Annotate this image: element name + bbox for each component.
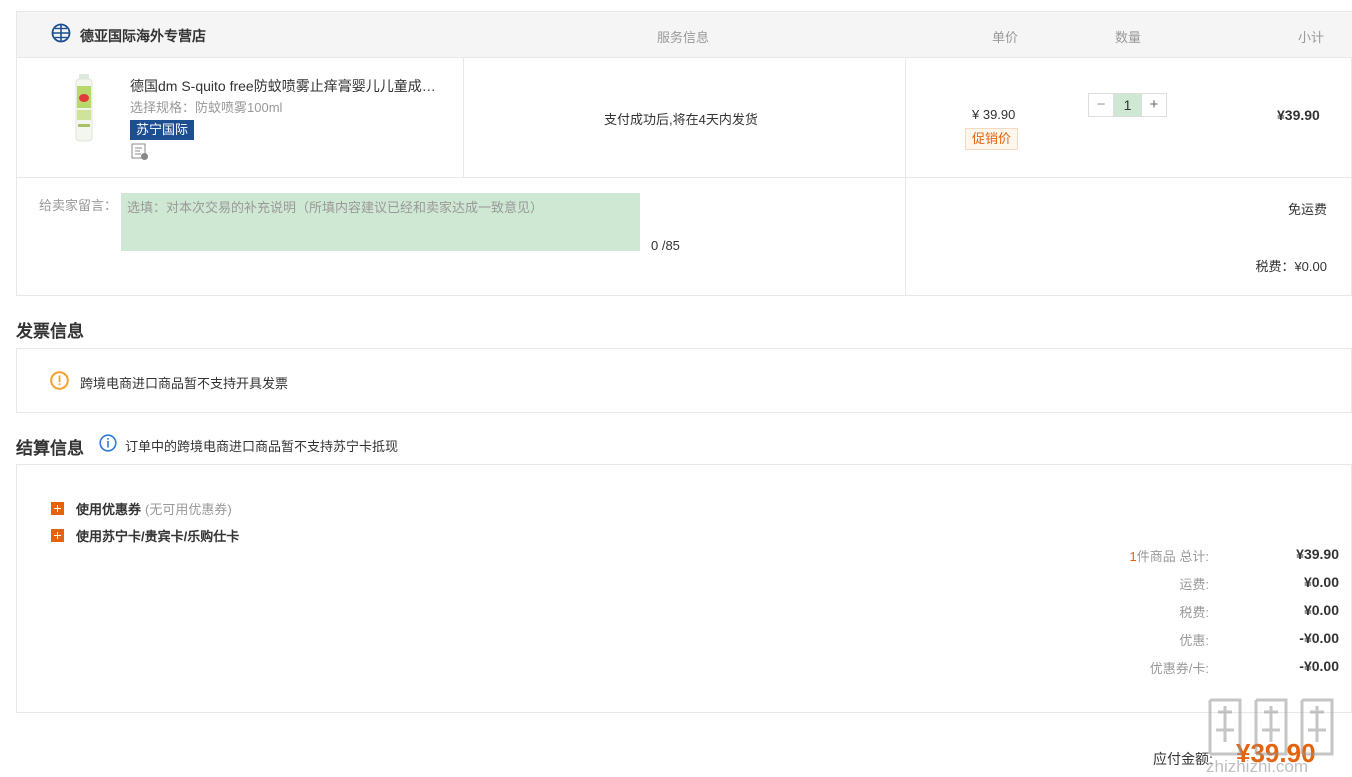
warning-icon xyxy=(50,371,69,390)
column-divider xyxy=(905,178,906,296)
item-subtotal: ¥39.90 xyxy=(1277,107,1320,123)
summary-discount-row: 优惠: -¥0.00 xyxy=(1057,630,1339,650)
unit-price: ¥ 39.90 xyxy=(972,107,1016,122)
summary-shipping-row: 运费: ¥0.00 xyxy=(1057,574,1339,594)
use-card-toggle[interactable]: 使用苏宁卡/贵宾卡/乐购仕卡 xyxy=(51,526,239,545)
summary-total-label: 1件商品 总计: xyxy=(1130,546,1209,565)
summary-tax-value: ¥0.00 xyxy=(1303,602,1339,618)
summary-coupon-card-label: 优惠券/卡: xyxy=(1149,661,1209,676)
invoice-box: 跨境电商进口商品暂不支持开具发票 xyxy=(16,348,1352,413)
use-coupon-label: 使用优惠券 xyxy=(76,502,142,517)
column-header-unit-price: 单价 xyxy=(992,30,1019,45)
expand-plus-icon xyxy=(51,529,64,542)
product-thumbnail[interactable] xyxy=(69,74,99,142)
suning-international-badge: 苏宁国际 xyxy=(130,120,195,140)
info-icon xyxy=(99,434,117,452)
tax-included-icon xyxy=(131,143,148,160)
summary-coupon-card-row: 优惠券/卡: -¥0.00 xyxy=(1057,658,1339,678)
seller-message-input[interactable] xyxy=(121,193,640,251)
invoice-section-title: 发票信息 xyxy=(16,322,84,341)
message-char-counter: 0 /85 xyxy=(651,238,680,253)
summary-shipping-value: ¥0.00 xyxy=(1303,574,1339,590)
no-coupon-note: (无可用优惠券) xyxy=(145,502,232,517)
summary-coupon-card-value: -¥0.00 xyxy=(1299,658,1339,674)
goods-info-cell: 德国dm S-quito free防蚊喷雾止痒膏婴儿儿童成人驱蚊液 选择规格：防… xyxy=(17,58,464,177)
use-card-label: 使用苏宁卡/贵宾卡/乐购仕卡 xyxy=(76,529,240,544)
item-count: 1 xyxy=(1129,549,1137,564)
quantity-decrease-button[interactable]: − xyxy=(1089,94,1113,116)
column-divider xyxy=(905,58,906,177)
tax-fee-text: 税费：¥0.00 xyxy=(1255,259,1327,274)
settlement-box: 使用优惠券 (无可用优惠券) 使用苏宁卡/贵宾卡/乐购仕卡 1件商品 总计: ¥… xyxy=(16,464,1352,713)
summary-total-row: 1件商品 总计: ¥39.90 xyxy=(1057,546,1339,566)
order-header: 德亚国际海外专营店 服务信息 单价 数量 小计 xyxy=(17,12,1352,58)
promo-price-badge: 促销价 xyxy=(965,128,1019,150)
product-spec: 选择规格：防蚊喷雾100ml xyxy=(130,100,283,115)
globe-store-icon xyxy=(51,23,71,43)
store-name-link[interactable]: 德亚国际海外专营店 xyxy=(80,26,206,46)
summary-tax-label: 税费: xyxy=(1179,605,1209,620)
seller-message-row: 给卖家留言： 0 /85 免运费 税费：¥0.00 xyxy=(17,178,1352,296)
seller-message-label: 给卖家留言： xyxy=(39,198,118,213)
settlement-section-title: 结算信息 xyxy=(16,439,84,458)
use-coupon-toggle[interactable]: 使用优惠券 (无可用优惠券) xyxy=(51,499,232,518)
settlement-note: 订单中的跨境电商进口商品暂不支持苏宁卡抵现 xyxy=(125,439,399,454)
payable-amount-label: 应付金额: xyxy=(1153,751,1213,767)
goods-row: 德国dm S-quito free防蚊喷雾止痒膏婴儿儿童成人驱蚊液 选择规格：防… xyxy=(17,58,1352,178)
column-header-quantity: 数量 xyxy=(1115,30,1142,45)
total-label-text: 件商品 总计: xyxy=(1136,549,1209,564)
invoice-notice: 跨境电商进口商品暂不支持开具发票 xyxy=(80,376,289,391)
payable-amount-value: ¥39.90 xyxy=(1236,738,1316,768)
summary-tax-row: 税费: ¥0.00 xyxy=(1057,602,1339,622)
summary-total-value: ¥39.90 xyxy=(1296,546,1339,562)
quantity-input[interactable]: 1 xyxy=(1113,94,1142,116)
delivery-service-text: 支付成功后,将在4天内发货 xyxy=(604,112,758,127)
expand-plus-icon xyxy=(51,502,64,515)
product-title-link[interactable]: 德国dm S-quito free防蚊喷雾止痒膏婴儿儿童成人驱蚊液 xyxy=(130,76,448,96)
quantity-stepper: − 1 + xyxy=(1088,93,1167,117)
column-header-service: 服务信息 xyxy=(657,30,710,45)
summary-discount-label: 优惠: xyxy=(1179,633,1209,648)
quantity-increase-button[interactable]: + xyxy=(1142,94,1166,116)
column-header-subtotal: 小计 xyxy=(1298,30,1325,45)
order-box: 德亚国际海外专营店 服务信息 单价 数量 小计 德国dm S-quito fre… xyxy=(16,11,1352,296)
summary-discount-value: -¥0.00 xyxy=(1299,630,1339,646)
free-shipping-text: 免运费 xyxy=(1287,202,1327,217)
summary-shipping-label: 运费: xyxy=(1179,577,1209,592)
